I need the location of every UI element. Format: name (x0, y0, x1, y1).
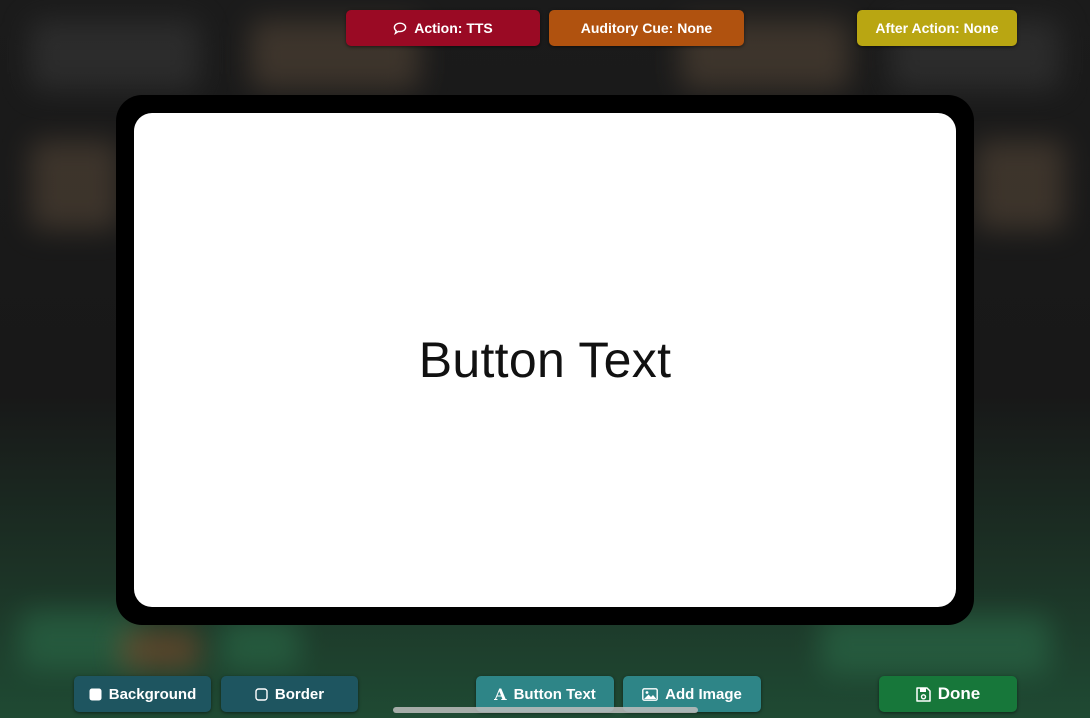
add-image-button-label: Add Image (665, 685, 742, 703)
outline-square-icon (255, 687, 268, 701)
auditory-cue-button-label: Auditory Cue: None (580, 20, 713, 36)
filled-square-icon (89, 688, 102, 700)
border-button[interactable]: Border (221, 676, 358, 712)
blurred-tile (30, 20, 200, 90)
done-button[interactable]: Done (879, 676, 1017, 712)
action-button-label: Action: TTS (414, 20, 493, 36)
blurred-tile (30, 140, 120, 230)
floppy-disk-icon (916, 686, 931, 702)
button-preview[interactable]: Button Text (134, 113, 956, 607)
done-button-label: Done (937, 684, 981, 703)
button-text-button-label: Button Text (513, 685, 596, 703)
letter-a-icon: A (494, 684, 507, 704)
after-action-button[interactable]: After Action: None (857, 10, 1017, 46)
background-button[interactable]: Background (74, 676, 211, 712)
blurred-tile (975, 140, 1065, 230)
button-preview-text: Button Text (418, 332, 672, 388)
auditory-cue-button[interactable]: Auditory Cue: None (549, 10, 744, 46)
button-preview-border: Button Text (116, 95, 974, 625)
speech-bubble-icon (393, 21, 407, 35)
background-button-label: Background (108, 685, 197, 703)
after-action-button-label: After Action: None (875, 20, 999, 36)
home-indicator (393, 707, 698, 713)
blurred-tile (220, 620, 300, 670)
border-button-label: Border (274, 685, 325, 703)
image-icon (642, 687, 659, 701)
blurred-tile (120, 630, 200, 670)
action-button[interactable]: Action: TTS (346, 10, 540, 46)
